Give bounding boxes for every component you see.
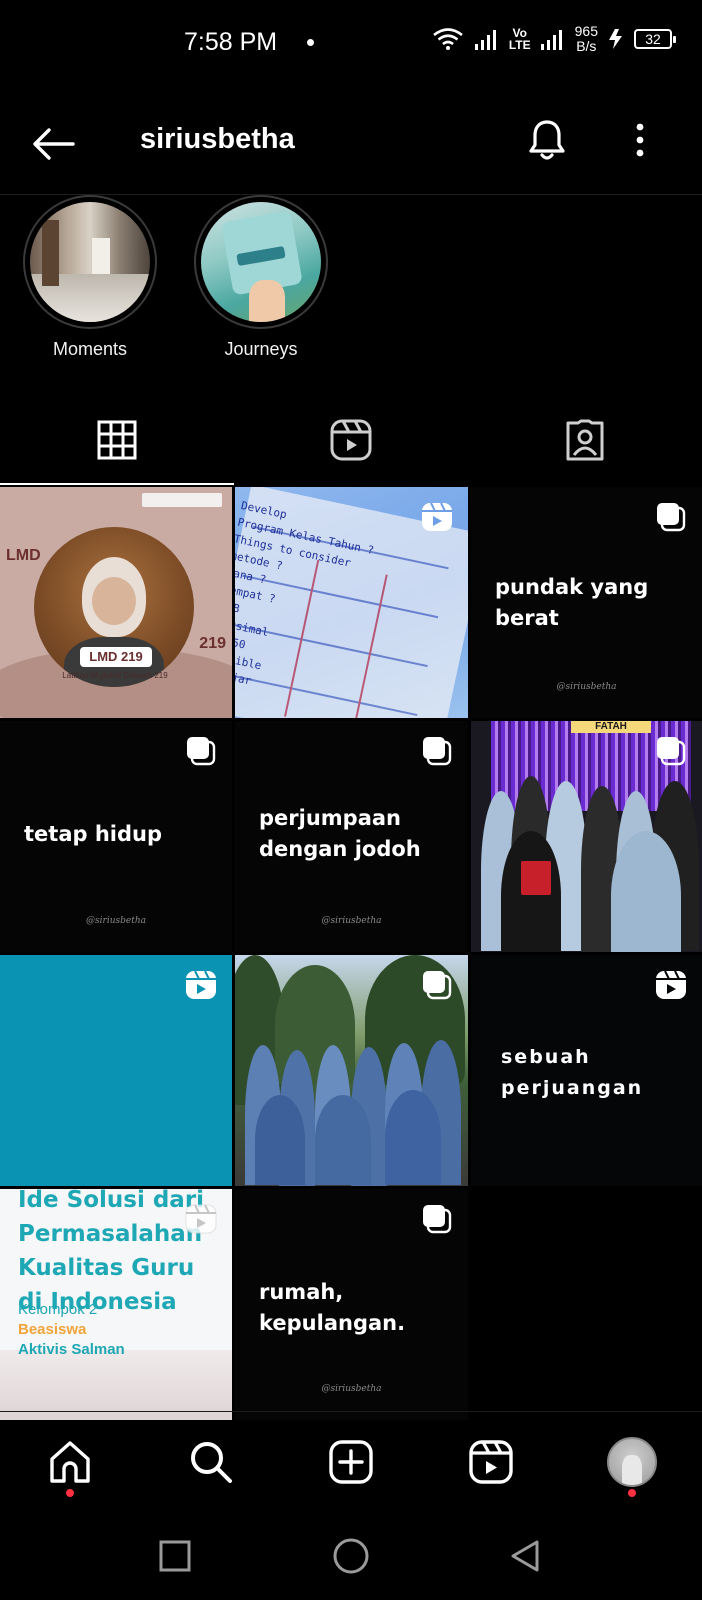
- post-watermark: @siriusbetha: [86, 916, 146, 926]
- post-photo-strip: [0, 1350, 232, 1420]
- highlight-moments[interactable]: Moments: [15, 195, 165, 360]
- system-back-button[interactable]: [500, 1531, 550, 1581]
- signal-icon: [474, 30, 496, 50]
- post-subtitle: Latihan Mujtahid Dakwah 219: [62, 671, 168, 680]
- system-home-button[interactable]: [326, 1531, 376, 1581]
- post-tetap-hidup[interactable]: tetap hidup @siriusbetha: [0, 721, 232, 952]
- highlight-label: Moments: [52, 339, 128, 359]
- charging-bolt-icon: [609, 29, 622, 49]
- post-slide-subtitle-2: Aktivis Salman: [18, 1341, 125, 1358]
- highlight-ring: [23, 195, 157, 329]
- post-perjumpaan-dengan-jodoh[interactable]: perjumpaan dengan jodoh @siriusbetha: [235, 721, 468, 952]
- reel-badge-icon: [186, 970, 216, 999]
- reel-badge-icon: [422, 502, 452, 531]
- nav-search[interactable]: [140, 1412, 280, 1511]
- highlight-journeys[interactable]: Journeys: [186, 195, 336, 360]
- notification-dot-indicator: [307, 39, 314, 46]
- profile-tabs: [0, 395, 702, 485]
- carousel-badge-icon: [423, 737, 452, 766]
- wifi-icon: [433, 28, 463, 50]
- post-notes-paper[interactable]: Develop Program Kelas Tahun ? Things to …: [235, 487, 468, 718]
- carousel-badge-icon: [187, 737, 216, 766]
- post-caption-text: sebuah perjuangan: [501, 1046, 644, 1099]
- post-banner-text: FATAH: [571, 721, 651, 733]
- bottom-navigation: [0, 1411, 702, 1511]
- back-triangle-icon: [511, 1540, 539, 1572]
- post-outdoor-group[interactable]: [235, 955, 468, 1186]
- post-caption-text: pundak yang berat: [495, 575, 649, 630]
- notification-dot: [66, 1489, 75, 1497]
- profile-avatar: [606, 1436, 657, 1487]
- post-pundak-yang-berat[interactable]: pundak yang berat @siriusbetha: [471, 487, 702, 718]
- more-vertical-icon: [636, 123, 644, 157]
- post-rumah-kepulangan[interactable]: rumah, kepulangan. @siriusbetha: [235, 1189, 468, 1420]
- home-icon: [50, 1440, 90, 1483]
- create-icon: [329, 1439, 373, 1484]
- highlight-label: Journeys: [224, 339, 298, 359]
- post-title: LMD 219: [80, 647, 152, 667]
- notification-dot: [627, 1489, 636, 1497]
- post-slide-title: Ide Solusi dari Permasalahan Kualitas Gu…: [18, 1189, 205, 1315]
- notifications-button[interactable]: [522, 115, 572, 165]
- post-caption-text: rumah, kepulangan.: [259, 1280, 406, 1335]
- post-slide-subtitle: Beasiswa: [18, 1321, 87, 1338]
- recents-button[interactable]: [150, 1531, 200, 1581]
- post-watermark: @siriusbetha: [321, 916, 382, 926]
- home-circle-icon: [333, 1538, 369, 1574]
- volte-label: Vo LTE: [508, 26, 531, 52]
- post-logos: [142, 493, 222, 507]
- search-icon: [190, 1441, 232, 1483]
- post-right-text: 219: [199, 635, 226, 652]
- status-bar: 7:58 PM Vo LTE 965 B/s 32: [0, 0, 702, 90]
- signal-icon-2: [540, 30, 562, 50]
- nav-create[interactable]: [281, 1412, 421, 1511]
- system-navigation: [0, 1511, 702, 1600]
- post-caption-text: tetap hidup: [24, 822, 162, 846]
- reels-icon: [469, 1439, 514, 1484]
- carousel-badge-icon: [657, 737, 686, 766]
- carousel-badge-icon: [423, 971, 452, 1000]
- profile-header: siriusbetha: [0, 95, 702, 195]
- net-speed: 965 B/s: [574, 23, 598, 54]
- nav-profile[interactable]: [562, 1412, 702, 1511]
- nav-reels[interactable]: [421, 1412, 561, 1511]
- highlight-cover-pouch: [201, 202, 321, 322]
- reel-badge-icon: [185, 1204, 217, 1234]
- post-left-text: LMD: [6, 547, 41, 564]
- post-teal-reel[interactable]: [0, 955, 232, 1186]
- battery-icon: 32: [634, 29, 676, 49]
- tab-posts-grid[interactable]: [0, 395, 234, 485]
- status-time: 7:58 PM: [184, 28, 278, 56]
- profile-username: siriusbetha: [140, 123, 295, 155]
- tab-tagged[interactable]: [468, 395, 702, 485]
- carousel-badge-icon: [657, 503, 686, 532]
- post-slide-group: Kelompok 2: [18, 1301, 98, 1318]
- highlight-ring: [194, 195, 328, 329]
- post-group-photo-fatah[interactable]: FATAH: [471, 721, 702, 952]
- reels-icon: [330, 419, 372, 461]
- highlight-cover-hallway: [30, 202, 150, 322]
- posts-grid: LMD 219 LMD 219 Latihan Mujtahid Dakwah …: [0, 487, 702, 1420]
- grid-icon: [97, 420, 137, 460]
- recents-icon: [159, 1540, 191, 1572]
- back-arrow-icon: [33, 128, 75, 160]
- reel-badge-icon: [656, 970, 686, 999]
- nav-home[interactable]: [0, 1412, 140, 1511]
- post-lmd-219[interactable]: LMD 219 LMD 219 Latihan Mujtahid Dakwah …: [0, 487, 232, 718]
- post-caption-text: perjumpaan dengan jodoh: [259, 806, 421, 861]
- status-icons: Vo LTE 965 B/s 32: [431, 23, 676, 54]
- story-highlights: Moments Journeys: [0, 195, 702, 365]
- back-button[interactable]: [28, 119, 78, 169]
- tagged-icon: [566, 419, 604, 461]
- post-watermark: @siriusbetha: [321, 1384, 382, 1394]
- tab-reels[interactable]: [234, 395, 468, 485]
- post-ide-solusi-slide[interactable]: Ide Solusi dari Permasalahan Kualitas Gu…: [0, 1189, 232, 1420]
- bell-icon: [529, 120, 565, 160]
- carousel-badge-icon: [423, 1205, 452, 1234]
- post-watermark: @siriusbetha: [556, 682, 617, 692]
- more-options-button[interactable]: [618, 115, 662, 165]
- post-sebuah-perjuangan[interactable]: sebuah perjuangan: [471, 955, 702, 1186]
